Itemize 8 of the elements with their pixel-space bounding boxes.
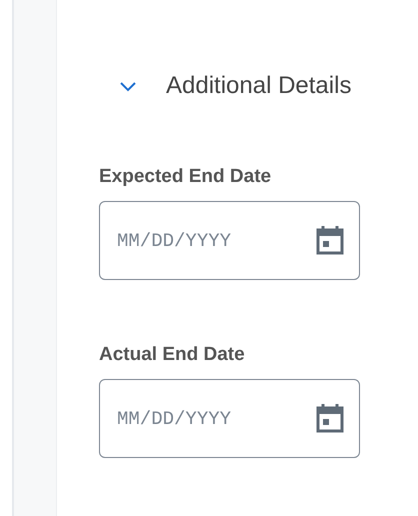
calendar-icon[interactable] — [316, 403, 344, 433]
calendar-icon[interactable] — [316, 225, 344, 255]
section-title: Additional Details — [166, 72, 352, 100]
date-field[interactable]: MM/DD/YYYY — [99, 201, 360, 280]
field-label: Actual End Date — [99, 344, 246, 366]
date-field[interactable]: MM/DD/YYYY — [99, 379, 360, 458]
field-label: Expected End Date — [99, 166, 272, 188]
chevron-icon — [119, 80, 137, 92]
